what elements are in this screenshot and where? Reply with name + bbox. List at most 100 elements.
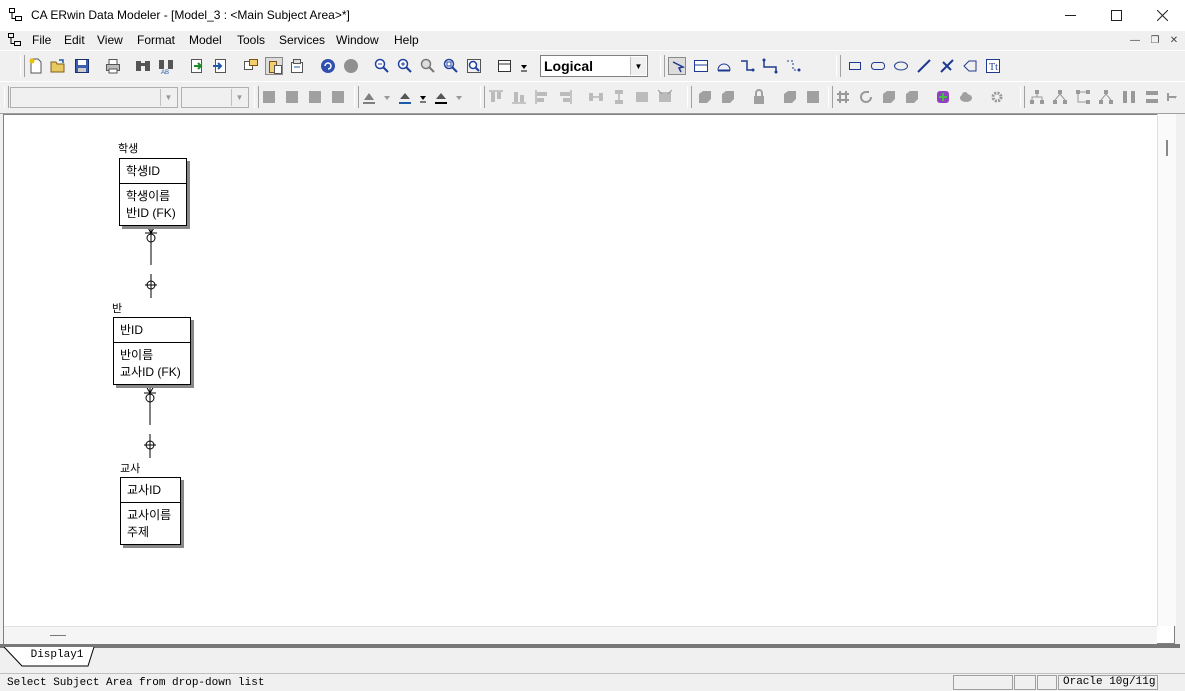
italic-button[interactable] [283,88,301,106]
refresh-button[interactable] [857,88,875,106]
align-left-button[interactable] [533,88,551,106]
group-button[interactable] [781,88,799,106]
font-color-button[interactable] [360,88,378,106]
fill-color-arrow[interactable] [414,88,432,106]
find-button[interactable] [134,57,152,75]
cloud-button[interactable] [957,88,975,106]
find-replace-button[interactable]: AB [157,57,175,75]
ellipse-tool-button[interactable] [892,57,910,75]
subject-area-button[interactable] [242,57,260,75]
align-top-button[interactable] [487,88,505,106]
toolbar-grip[interactable] [828,86,833,108]
import-button[interactable] [188,57,206,75]
horizontal-scroll-thumb[interactable] [50,635,66,636]
layout-tree-button[interactable] [1051,88,1069,106]
report-button[interactable] [288,57,306,75]
mdi-restore-button[interactable]: ❐ [1147,34,1163,48]
settings-button[interactable] [988,88,1006,106]
line-color-button[interactable] [432,88,450,106]
space-horizontal-button[interactable] [587,88,605,106]
mdi-close-button[interactable]: ✕ [1166,34,1182,48]
line-color-arrow[interactable] [450,88,468,106]
layout-circular-button[interactable] [1097,88,1115,106]
zoom-out-button[interactable] [373,57,391,75]
identifying-rel-tool-button[interactable] [738,57,756,75]
layout-columns-button[interactable] [1120,88,1138,106]
pointer-tool-button[interactable] [668,57,686,75]
horizontal-scrollbar[interactable] [4,626,1157,644]
align-bottom-button[interactable] [510,88,528,106]
resize-to-fit-button[interactable] [656,88,674,106]
toolbar-grip[interactable] [836,55,841,77]
many-to-many-tool-button[interactable] [761,57,779,75]
redo-button[interactable] [342,57,360,75]
toolbar-grip[interactable] [687,86,692,108]
display-level-button[interactable] [496,57,514,75]
zoom-in-button[interactable] [396,57,414,75]
zoom-button[interactable] [419,57,437,75]
toolbar-grip[interactable] [660,55,665,77]
menu-model[interactable]: Model [189,33,222,47]
shape-button-1[interactable] [880,88,898,106]
entity-student[interactable]: 학생ID 학생이름 반ID (FK) [119,158,187,226]
print-button[interactable] [104,57,122,75]
layout-hierarchical-button[interactable] [1028,88,1046,106]
subtype-tool-button[interactable] [715,57,733,75]
send-to-back-button[interactable] [719,88,737,106]
zoom-all-button[interactable] [465,57,483,75]
toolbar-overflow-button[interactable] [1164,88,1182,106]
maximize-button[interactable] [1093,0,1139,31]
entity-teacher[interactable]: 교사ID 교사이름 주제 [120,477,181,545]
menu-services[interactable]: Services [279,33,325,47]
document-icon[interactable] [8,33,22,47]
diagram-canvas[interactable]: 학생 학생ID 학생이름 반ID (FK) 반 반ID 반이름 교사ID (FK… [3,114,1175,644]
label-tool-button[interactable] [961,57,979,75]
zoom-fit-button[interactable] [442,57,460,75]
strikeout-button[interactable] [329,88,347,106]
line-tool-button[interactable] [915,57,933,75]
underline-button[interactable] [306,88,324,106]
toolbar-grip[interactable] [20,55,25,77]
shape-button-2[interactable] [903,88,921,106]
model-view-dropdown[interactable]: Logical ▼ [540,55,648,77]
font-color-arrow[interactable] [378,88,396,106]
menu-format[interactable]: Format [137,33,175,47]
toolbar-grip[interactable] [4,86,9,108]
text-tool-button[interactable]: Tt [984,57,1002,75]
vertical-scrollbar[interactable] [1157,114,1176,626]
save-button[interactable] [73,57,91,75]
relationship-class-teacher[interactable] [144,385,156,458]
space-vertical-button[interactable] [610,88,628,106]
polyline-tool-button[interactable] [938,57,956,75]
same-size-button[interactable] [633,88,651,106]
menu-edit[interactable]: Edit [64,33,85,47]
relationship-student-class[interactable] [145,225,157,298]
close-button[interactable] [1139,0,1185,31]
bold-button[interactable] [260,88,278,106]
toolbar-grip[interactable] [480,86,485,108]
bring-to-front-button[interactable] [696,88,714,106]
stored-display-button[interactable] [265,57,283,75]
vertical-scroll-thumb[interactable] [1166,140,1168,156]
menu-tools[interactable]: Tools [237,33,265,47]
mdi-minimize-button[interactable]: — [1127,34,1143,48]
menu-view[interactable]: View [97,33,123,47]
open-button[interactable] [49,57,67,75]
lock-button[interactable] [750,88,768,106]
tab-display1[interactable]: Display1 [24,644,90,666]
rectangle-tool-button[interactable] [846,57,864,75]
menu-window[interactable]: Window [336,33,379,47]
menu-help[interactable]: Help [394,33,419,47]
font-size-dropdown[interactable]: ▼ [181,87,249,108]
rounded-rect-tool-button[interactable] [869,57,887,75]
display-level-dropdown-arrow[interactable] [515,57,533,75]
toolbar-grip[interactable] [1020,86,1025,108]
entity-tool-button[interactable] [692,57,710,75]
export-button[interactable] [211,57,229,75]
hash-button[interactable] [834,88,852,106]
ungroup-button[interactable] [804,88,822,106]
toolbar-grip[interactable] [354,86,359,108]
undo-button[interactable] [319,57,337,75]
non-identifying-rel-tool-button[interactable] [784,57,802,75]
new-model-button[interactable] [27,57,45,75]
